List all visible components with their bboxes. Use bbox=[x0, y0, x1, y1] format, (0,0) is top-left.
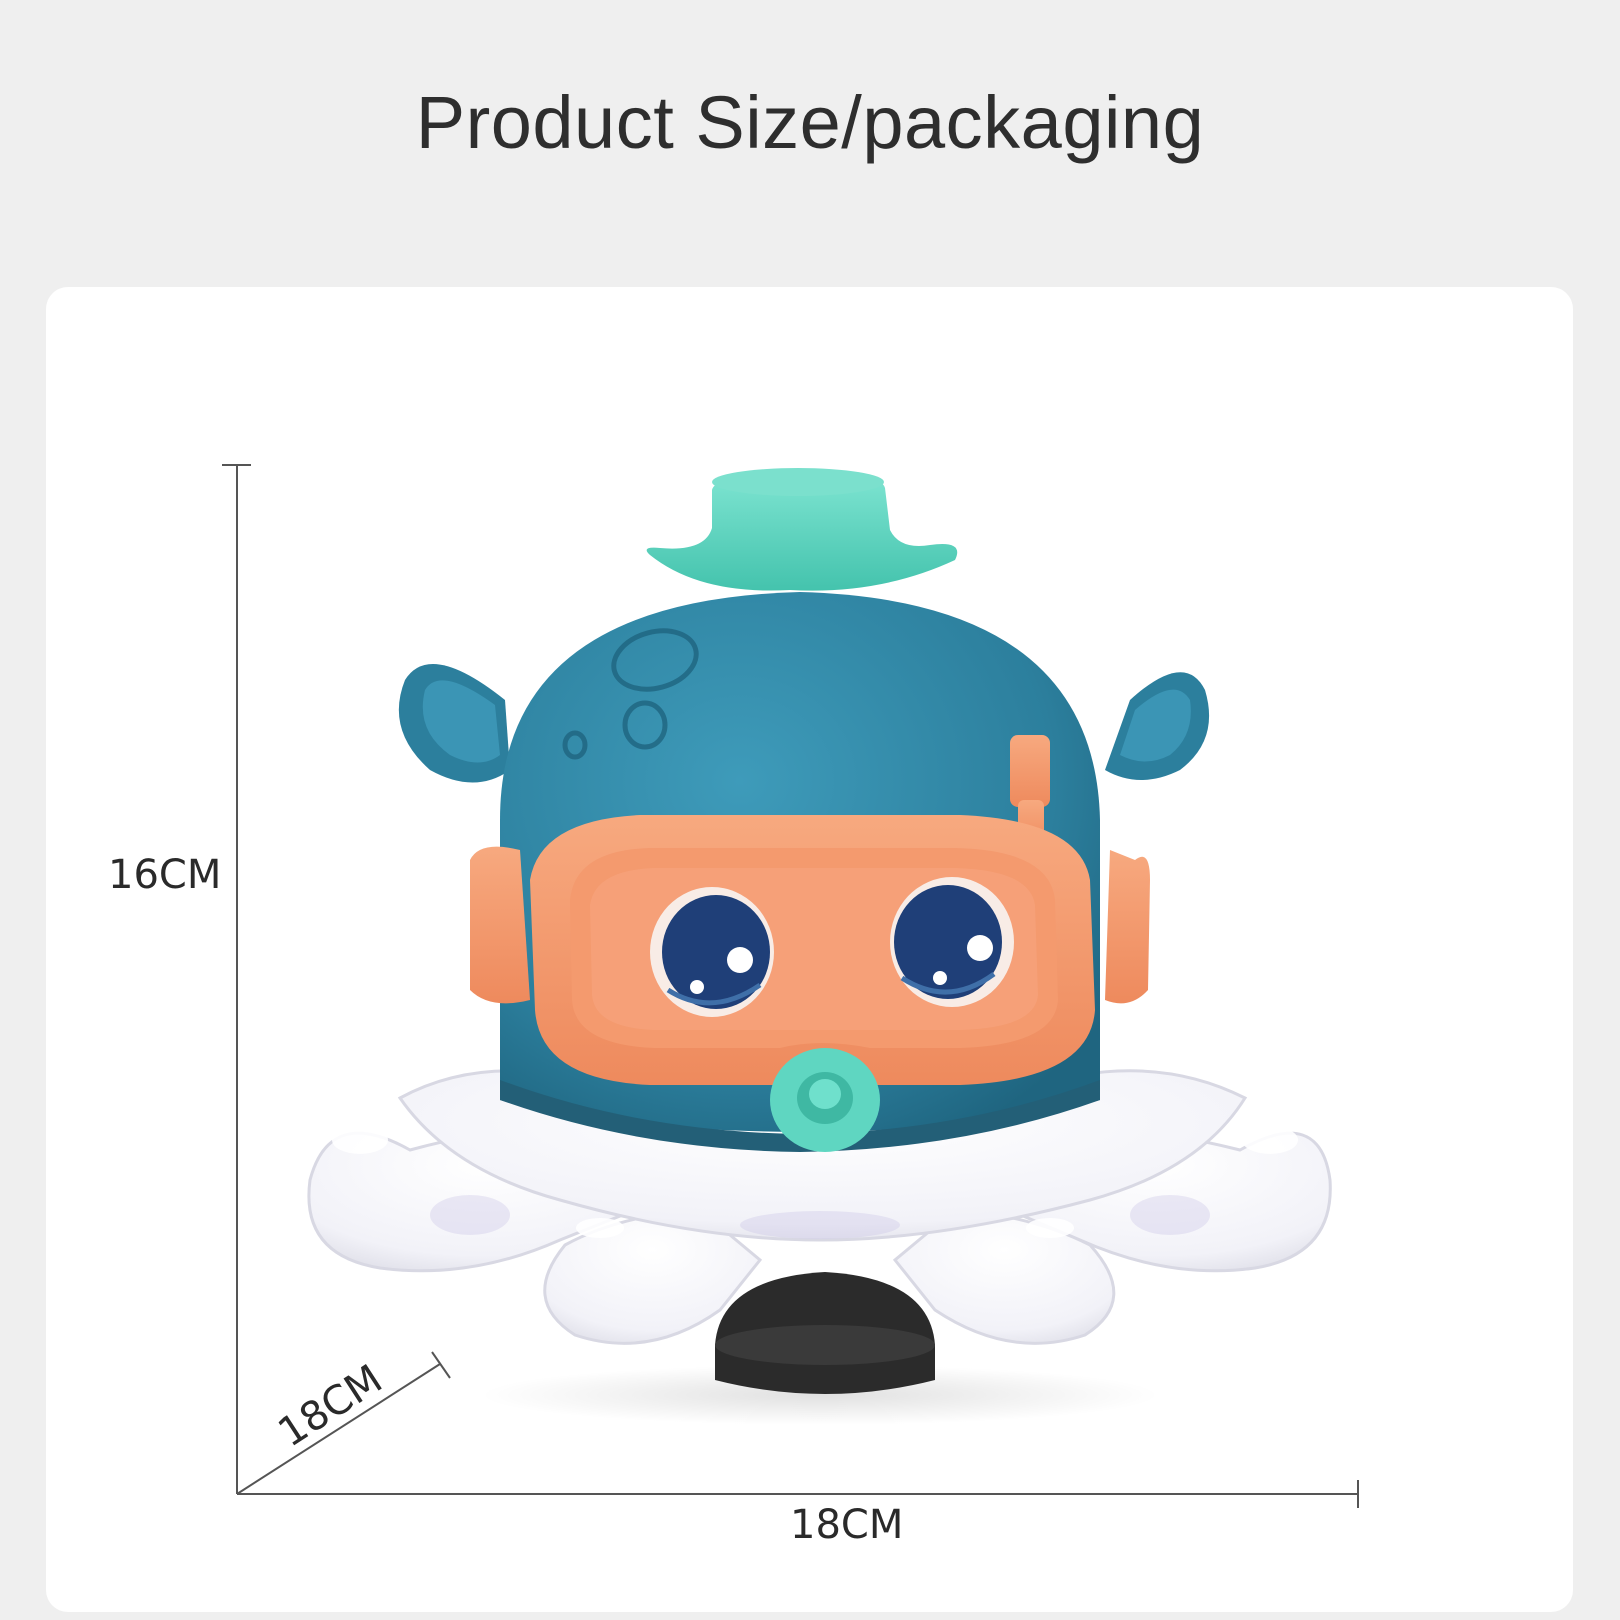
product-diagram: 16CM 18CM 18CM bbox=[108, 464, 1359, 1548]
height-dimension-line bbox=[222, 464, 251, 1494]
width-label: 18CM bbox=[790, 1502, 903, 1548]
depth-label: 18CM bbox=[270, 1356, 390, 1456]
height-label: 16CM bbox=[108, 852, 221, 898]
octopus-toy-icon bbox=[307, 468, 1332, 1425]
